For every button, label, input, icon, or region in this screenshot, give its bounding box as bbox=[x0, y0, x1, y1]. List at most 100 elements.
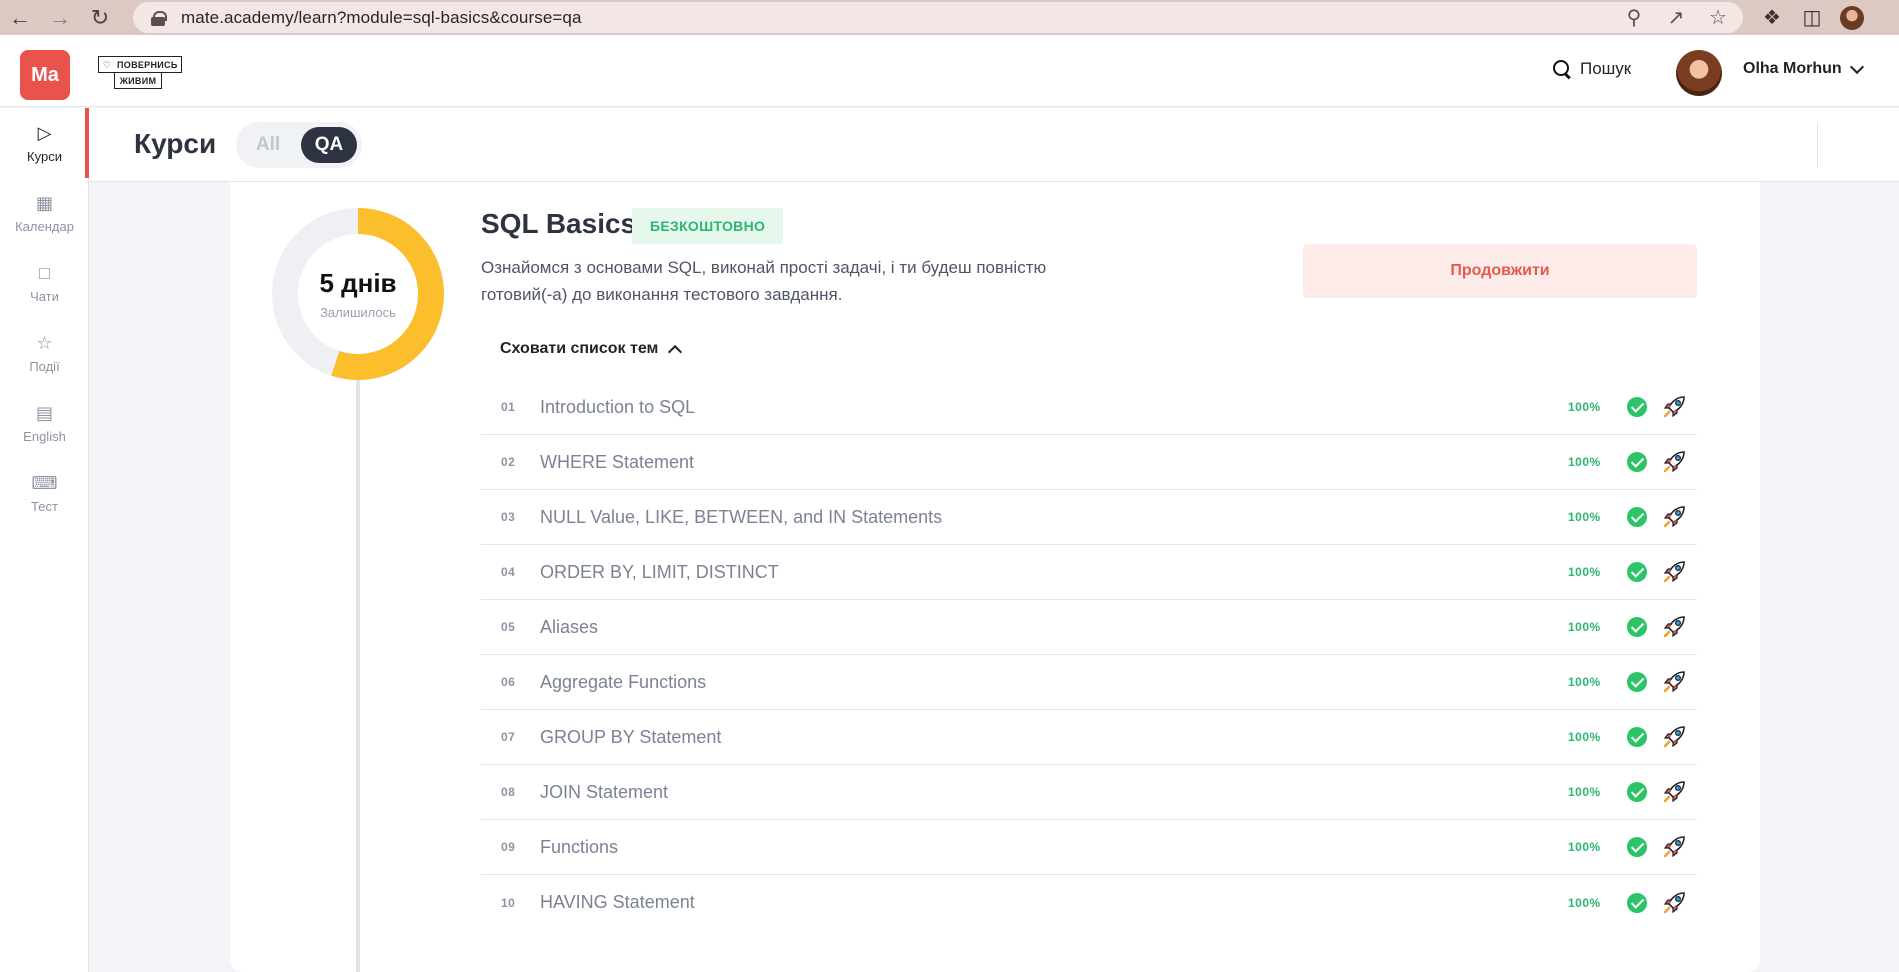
rocket-icon bbox=[1661, 559, 1687, 585]
days-left-value: 5 днів bbox=[319, 268, 397, 298]
topic-row[interactable]: 09 Functions 100% bbox=[481, 820, 1697, 875]
check-circle-icon bbox=[1627, 782, 1647, 802]
topic-title[interactable]: JOIN Statement bbox=[540, 782, 668, 803]
check-circle-icon bbox=[1627, 617, 1647, 637]
topic-progress: 100% bbox=[1568, 510, 1601, 524]
topic-title[interactable]: Introduction to SQL bbox=[540, 397, 695, 418]
campaign-badge[interactable]: ♡ ПОВЕРНИСЬ ЖИВИМ bbox=[98, 56, 182, 89]
topic-row[interactable]: 04 ORDER BY, LIMIT, DISTINCT 100% bbox=[481, 545, 1697, 600]
filter-all-button[interactable]: All bbox=[242, 127, 294, 163]
rocket-icon bbox=[1661, 834, 1687, 860]
rocket-icon bbox=[1661, 890, 1687, 916]
topic-title[interactable]: ORDER BY, LIMIT, DISTINCT bbox=[540, 562, 779, 583]
rocket-icon bbox=[1661, 449, 1687, 475]
topic-number: 02 bbox=[501, 455, 516, 469]
rocket-icon bbox=[1661, 394, 1687, 420]
page-title: Курси bbox=[134, 128, 217, 159]
topic-progress: 100% bbox=[1568, 455, 1601, 469]
topic-progress: 100% bbox=[1568, 620, 1601, 634]
check-circle-icon bbox=[1627, 562, 1647, 582]
topic-progress: 100% bbox=[1568, 565, 1601, 579]
reload-icon[interactable]: ↻ bbox=[80, 0, 120, 35]
url-text[interactable]: mate.academy/learn?module=sql-basics&cou… bbox=[181, 8, 582, 28]
topic-row[interactable]: 08 JOIN Statement 100% bbox=[481, 765, 1697, 820]
share-icon[interactable]: ↗ bbox=[1665, 5, 1687, 30]
heart-icon: ♡ bbox=[103, 60, 112, 70]
course-filter-toggle: All QA bbox=[236, 122, 362, 168]
lock-icon bbox=[151, 10, 167, 26]
rocket-icon bbox=[1661, 504, 1687, 530]
topic-progress: 100% bbox=[1568, 895, 1601, 910]
rocket-icon bbox=[1661, 724, 1687, 750]
browser-profile-avatar[interactable] bbox=[1840, 5, 1864, 30]
check-circle-icon bbox=[1627, 397, 1647, 417]
app-header: Ma ♡ ПОВЕРНИСЬ ЖИВИМ Пошук Olha Morhun bbox=[0, 35, 1899, 107]
hide-topics-toggle[interactable]: Сховати список тем bbox=[500, 340, 683, 359]
topic-progress: 100% bbox=[1568, 840, 1601, 854]
topic-title[interactable]: NULL Value, LIKE, BETWEEN, and IN Statem… bbox=[540, 507, 942, 528]
topic-progress: 100% bbox=[1568, 400, 1601, 414]
check-circle-icon bbox=[1627, 892, 1647, 913]
topic-number: 05 bbox=[501, 620, 516, 634]
check-circle-icon bbox=[1627, 452, 1647, 472]
topic-title[interactable]: GROUP BY Statement bbox=[540, 727, 721, 748]
check-circle-icon bbox=[1627, 837, 1647, 857]
user-avatar[interactable] bbox=[1676, 50, 1722, 96]
chat-icon: □ bbox=[39, 262, 50, 283]
topic-title[interactable]: HAVING Statement bbox=[540, 892, 695, 913]
check-circle-icon bbox=[1627, 672, 1647, 692]
topic-title[interactable]: WHERE Statement bbox=[540, 452, 694, 473]
user-name: Olha Morhun bbox=[1743, 60, 1842, 77]
topic-title[interactable]: Functions bbox=[540, 837, 618, 858]
forward-icon[interactable]: → bbox=[40, 0, 80, 35]
sidebar-item-english[interactable]: ▤ English bbox=[0, 388, 89, 458]
course-description: Ознайомся з основами SQL, виконай прості… bbox=[481, 258, 1047, 304]
topic-progress: 100% bbox=[1568, 785, 1601, 799]
mate-logo[interactable]: Ma bbox=[20, 50, 70, 100]
topic-row[interactable]: 10 HAVING Statement 100% bbox=[481, 875, 1697, 930]
sidebar-item-calendar[interactable]: ▦ Календар bbox=[0, 178, 89, 248]
search-icon bbox=[1552, 59, 1572, 79]
check-circle-icon bbox=[1627, 507, 1647, 527]
courses-topbar: Курси All QA bbox=[89, 108, 1899, 182]
topic-progress: 100% bbox=[1568, 730, 1601, 744]
topic-row[interactable]: 01 Introduction to SQL 100% bbox=[481, 380, 1697, 435]
rocket-icon bbox=[1661, 669, 1687, 695]
search-button[interactable]: Пошук bbox=[1552, 59, 1631, 79]
zoom-icon[interactable]: ⚲ bbox=[1623, 5, 1645, 30]
side-panel-icon[interactable]: ◫ bbox=[1800, 5, 1824, 30]
topic-title[interactable]: Aliases bbox=[540, 617, 598, 638]
extensions-icon[interactable]: ❖ bbox=[1760, 5, 1784, 30]
sidebar-item-courses[interactable]: ▷ Курси bbox=[0, 108, 89, 178]
sidebar-item-chats[interactable]: □ Чати bbox=[0, 248, 89, 318]
check-circle-icon bbox=[1627, 727, 1647, 747]
topic-row[interactable]: 02 WHERE Statement 100% bbox=[481, 435, 1697, 490]
topic-row[interactable]: 06 Aggregate Functions 100% bbox=[481, 655, 1697, 710]
keyboard-icon: ⌨ bbox=[31, 472, 58, 493]
topic-number: 10 bbox=[501, 895, 516, 910]
topic-row[interactable]: 05 Aliases 100% bbox=[481, 600, 1697, 655]
search-label: Пошук bbox=[1580, 59, 1632, 78]
sidebar-item-events[interactable]: ☆ Події bbox=[0, 318, 89, 388]
days-left-donut: 5 днів Залишилось bbox=[272, 208, 444, 380]
sidebar: ▷ Курси ▦ Календар □ Чати ☆ Події ▤ Engl… bbox=[0, 108, 89, 972]
topic-list: 01 Introduction to SQL 100% 02 WHERE Stateme… bbox=[481, 380, 1697, 930]
topic-title[interactable]: Aggregate Functions bbox=[540, 672, 706, 693]
topic-row[interactable]: 03 NULL Value, LIKE, BETWEEN, and IN Stat… bbox=[481, 490, 1697, 545]
star-icon: ☆ bbox=[36, 332, 53, 353]
sidebar-item-test[interactable]: ⌨ Тест bbox=[0, 458, 89, 528]
free-badge: БЕЗКОШТОВНО bbox=[632, 208, 784, 244]
bookmark-star-icon[interactable]: ☆ bbox=[1707, 5, 1729, 30]
course-title: SQL Basics bbox=[481, 208, 637, 239]
topic-number: 09 bbox=[501, 840, 516, 854]
continue-button[interactable]: Продовжити bbox=[1303, 244, 1697, 298]
browser-toolbar: ← → ↻ mate.academy/learn?module=sql-basi… bbox=[0, 0, 1899, 35]
topic-number: 07 bbox=[501, 730, 516, 744]
rocket-icon bbox=[1661, 614, 1687, 640]
address-bar[interactable]: mate.academy/learn?module=sql-basics&cou… bbox=[133, 2, 1743, 33]
translate-icon: ▤ bbox=[35, 402, 53, 423]
topic-row[interactable]: 07 GROUP BY Statement 100% bbox=[481, 710, 1697, 765]
user-menu[interactable]: Olha Morhun bbox=[1743, 59, 1864, 78]
back-icon[interactable]: ← bbox=[0, 0, 40, 35]
filter-qa-button[interactable]: QA bbox=[301, 127, 357, 163]
